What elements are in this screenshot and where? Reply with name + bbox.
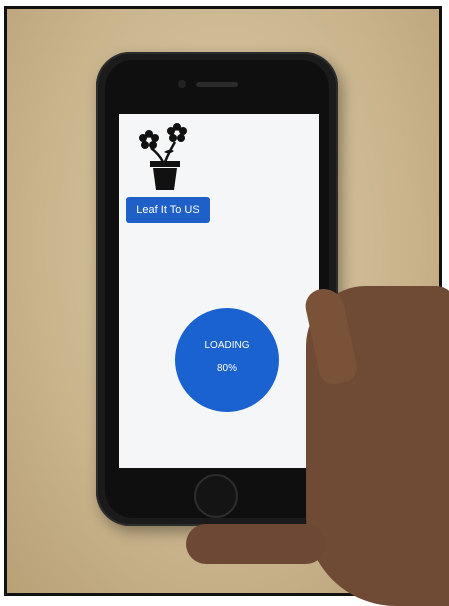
- earpiece-speaker: [196, 82, 238, 87]
- loading-percentage: 80%: [216, 363, 237, 374]
- potted-flower-icon: [133, 120, 195, 192]
- front-camera: [178, 80, 186, 88]
- loading-label: LOADING: [204, 340, 250, 351]
- home-button[interactable]: [194, 474, 238, 518]
- loading-indicator: LOADING 80%: [175, 308, 279, 412]
- leaf-it-to-us-button[interactable]: Leaf It To US: [126, 197, 210, 223]
- finger: [186, 524, 326, 564]
- phone-screen: Leaf It To US LOADING 80%: [119, 114, 319, 468]
